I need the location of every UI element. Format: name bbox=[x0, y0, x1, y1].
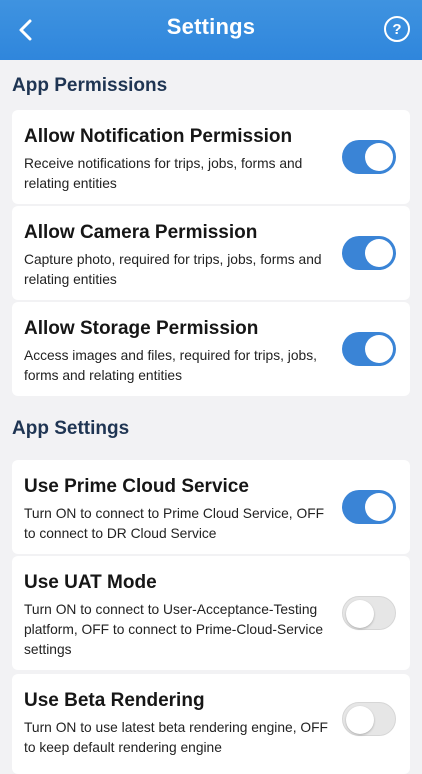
setting-card-prime-cloud: Use Prime Cloud Service Turn ON to conne… bbox=[12, 460, 410, 554]
help-button[interactable]: ? bbox=[384, 16, 410, 42]
setting-title: Use Beta Rendering bbox=[24, 690, 205, 711]
setting-description: Turn ON to connect to Prime Cloud Servic… bbox=[24, 506, 325, 541]
setting-title: Use UAT Mode bbox=[24, 572, 157, 593]
beta-rendering-toggle[interactable] bbox=[342, 702, 396, 736]
storage-permission-toggle[interactable] bbox=[342, 332, 396, 366]
setting-description: Turn ON to use latest beta rendering eng… bbox=[24, 720, 328, 755]
app-header: Settings ? bbox=[0, 0, 422, 60]
setting-title: Use Prime Cloud Service bbox=[24, 476, 249, 497]
setting-card-uat-mode: Use UAT Mode Turn ON to connect to User-… bbox=[12, 556, 410, 670]
section-title-app-permissions: App Permissions bbox=[12, 75, 168, 96]
toggle-knob bbox=[365, 335, 393, 363]
uat-mode-toggle[interactable] bbox=[342, 596, 396, 630]
setting-card-camera: Allow Camera Permission Capture photo, r… bbox=[12, 206, 410, 300]
setting-description: Capture photo, required for trips, jobs,… bbox=[24, 252, 322, 287]
help-icon: ? bbox=[392, 20, 402, 38]
toggle-knob bbox=[346, 600, 374, 628]
toggle-knob bbox=[365, 239, 393, 267]
setting-card-storage: Allow Storage Permission Access images a… bbox=[12, 302, 410, 396]
setting-description: Receive notifications for trips, jobs, f… bbox=[24, 156, 303, 191]
prime-cloud-toggle[interactable] bbox=[342, 490, 396, 524]
toggle-knob bbox=[365, 493, 393, 521]
setting-title: Allow Storage Permission bbox=[24, 318, 259, 339]
camera-permission-toggle[interactable] bbox=[342, 236, 396, 270]
setting-card-beta-rendering: Use Beta Rendering Turn ON to use latest… bbox=[12, 674, 410, 774]
section-title-app-settings: App Settings bbox=[12, 418, 130, 439]
toggle-knob bbox=[346, 706, 374, 734]
toggle-knob bbox=[365, 143, 393, 171]
setting-card-notification: Allow Notification Permission Receive no… bbox=[12, 110, 410, 204]
setting-description: Turn ON to connect to User-Acceptance-Te… bbox=[24, 602, 324, 657]
notification-permission-toggle[interactable] bbox=[342, 140, 396, 174]
page-title: Settings bbox=[166, 14, 256, 39]
setting-description: Access images and files, required for tr… bbox=[24, 348, 317, 383]
setting-title: Allow Camera Permission bbox=[24, 222, 258, 243]
setting-title: Allow Notification Permission bbox=[24, 126, 293, 147]
